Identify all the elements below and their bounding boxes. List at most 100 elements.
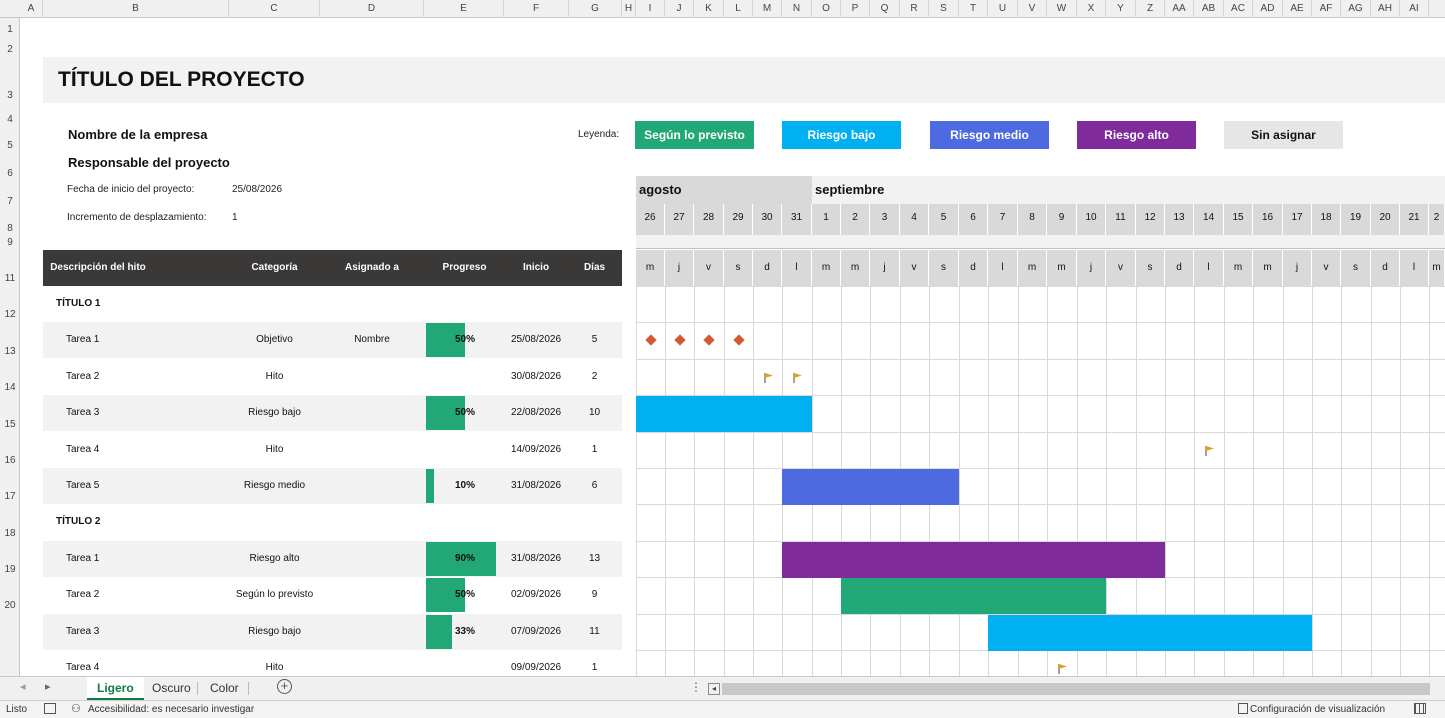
weekday-letter[interactable]: v <box>1106 250 1136 286</box>
column-header-m[interactable]: M <box>753 0 782 18</box>
flag-icon[interactable] <box>1204 444 1216 456</box>
day-number[interactable]: 2 <box>1429 204 1445 235</box>
weekday-letter[interactable]: m <box>1253 250 1283 286</box>
weekday-letter[interactable]: m <box>1429 250 1445 286</box>
day-number[interactable]: 15 <box>1224 204 1253 235</box>
weekday-letter[interactable]: m <box>1224 250 1253 286</box>
table-row[interactable]: Tarea 3 Riesgo bajo 50% 22/08/2026 10 <box>43 395 622 432</box>
column-header-k[interactable]: K <box>694 0 724 18</box>
section-row[interactable]: TÍTULO 2 <box>43 504 622 540</box>
table-row[interactable]: Tarea 5 Riesgo medio 10% 31/08/2026 6 <box>43 468 622 504</box>
day-number[interactable]: 27 <box>665 204 694 235</box>
gantt-grid[interactable] <box>636 286 1445 676</box>
day-number[interactable]: 11 <box>1106 204 1136 235</box>
day-number[interactable]: 4 <box>900 204 929 235</box>
weekday-letter[interactable]: j <box>1077 250 1106 286</box>
column-header-n[interactable]: N <box>782 0 812 18</box>
weekday-letter[interactable]: j <box>1283 250 1312 286</box>
row-header-14[interactable]: 14 <box>0 359 20 395</box>
weekday-letter[interactable]: j <box>665 250 694 286</box>
row-header-2[interactable]: 2 <box>0 37 20 57</box>
weekday-letter[interactable]: m <box>812 250 841 286</box>
day-number[interactable]: 3 <box>870 204 900 235</box>
weekday-letter[interactable]: m <box>636 250 665 286</box>
table-row[interactable]: Tarea 1 Riesgo alto 90% 31/08/2026 13 <box>43 540 622 577</box>
day-number[interactable]: 2 <box>841 204 870 235</box>
column-header-l[interactable]: L <box>724 0 753 18</box>
weekday-letter[interactable]: l <box>782 250 812 286</box>
column-header-ag[interactable]: AG <box>1341 0 1371 18</box>
day-number[interactable]: 12 <box>1136 204 1165 235</box>
weekday-letter[interactable]: d <box>959 250 988 286</box>
row-header-4[interactable]: 4 <box>0 103 20 127</box>
column-header-x[interactable]: X <box>1077 0 1106 18</box>
row-header-17[interactable]: 17 <box>0 468 20 504</box>
weekday-letter[interactable]: d <box>1165 250 1194 286</box>
row-header-3[interactable]: 3 <box>0 57 20 103</box>
day-number[interactable]: 18 <box>1312 204 1341 235</box>
gantt-bar[interactable] <box>782 542 1165 578</box>
weekday-letter[interactable]: v <box>1312 250 1341 286</box>
tab-color[interactable]: Color <box>200 677 249 700</box>
weekday-letter[interactable]: l <box>988 250 1018 286</box>
add-sheet-icon[interactable]: + <box>277 679 292 694</box>
column-header-p[interactable]: P <box>841 0 870 18</box>
weekday-letter[interactable]: l <box>1400 250 1429 286</box>
table-row[interactable]: Tarea 1 Objetivo Nombre 50% 25/08/2026 5 <box>43 322 622 359</box>
tab-scroll-left-icon[interactable]: ◂ <box>20 680 26 693</box>
day-number[interactable]: 20 <box>1371 204 1400 235</box>
day-number[interactable]: 8 <box>1018 204 1047 235</box>
day-number[interactable]: 29 <box>724 204 753 235</box>
horizontal-scrollbar[interactable] <box>722 683 1430 695</box>
column-header-h[interactable]: H <box>622 0 636 18</box>
row-header-8[interactable]: 8 <box>0 209 20 236</box>
column-header-d[interactable]: D <box>320 0 424 18</box>
table-row[interactable]: Tarea 4 Hito 14/09/2026 1 <box>43 432 622 468</box>
accessibility-icon[interactable]: ⚇ <box>71 702 81 715</box>
milestone-diamond-icon[interactable] <box>644 334 657 346</box>
day-number[interactable]: 21 <box>1400 204 1429 235</box>
column-header-w[interactable]: W <box>1047 0 1077 18</box>
day-number[interactable]: 26 <box>636 204 665 235</box>
day-number[interactable]: 28 <box>694 204 724 235</box>
row-header-9[interactable]: 9 <box>0 236 20 250</box>
company-name[interactable]: Nombre de la empresa <box>68 127 207 142</box>
table-row[interactable]: Tarea 2 Según lo previsto 50% 02/09/2026 9 <box>43 577 622 613</box>
row-header-12[interactable]: 12 <box>0 286 20 322</box>
column-header-b[interactable]: B <box>43 0 229 18</box>
page-title[interactable]: TÍTULO DEL PROYECTO <box>58 68 305 92</box>
flag-icon[interactable] <box>792 371 804 383</box>
day-number[interactable]: 17 <box>1283 204 1312 235</box>
column-header-ai[interactable]: AI <box>1400 0 1429 18</box>
column-header-u[interactable]: U <box>988 0 1018 18</box>
weekday-letter[interactable]: v <box>900 250 929 286</box>
weekday-letter[interactable]: s <box>929 250 959 286</box>
gantt-bar[interactable] <box>782 469 959 505</box>
row-header-18[interactable]: 18 <box>0 504 20 541</box>
row-header-11[interactable]: 11 <box>0 250 20 286</box>
column-header-af[interactable]: AF <box>1312 0 1341 18</box>
start-date-value[interactable]: 25/08/2026 <box>232 184 282 195</box>
tab-oscuro[interactable]: Oscuro <box>142 677 201 700</box>
increment-value[interactable]: 1 <box>232 212 238 223</box>
weekday-letter[interactable]: m <box>1018 250 1047 286</box>
weekday-letter[interactable]: j <box>870 250 900 286</box>
row-header-5[interactable]: 5 <box>0 127 20 153</box>
weekday-letter[interactable]: s <box>1136 250 1165 286</box>
column-header-t[interactable]: T <box>959 0 988 18</box>
column-header-f[interactable]: F <box>504 0 569 18</box>
column-header-ah[interactable]: AH <box>1371 0 1400 18</box>
row-header-16[interactable]: 16 <box>0 432 20 468</box>
column-header-i[interactable]: I <box>636 0 665 18</box>
column-header-s[interactable]: S <box>929 0 959 18</box>
column-header-j[interactable]: J <box>665 0 694 18</box>
milestone-diamond-icon[interactable] <box>732 334 745 346</box>
day-number[interactable]: 5 <box>929 204 959 235</box>
row-header-15[interactable]: 15 <box>0 395 20 432</box>
weekday-letter[interactable]: s <box>1341 250 1371 286</box>
table-row[interactable]: Tarea 3 Riesgo bajo 33% 07/09/2026 11 <box>43 613 622 650</box>
day-number[interactable]: 31 <box>782 204 812 235</box>
gantt-bar[interactable] <box>841 578 1106 614</box>
row-header-20[interactable]: 20 <box>0 577 20 613</box>
column-header-q[interactable]: Q <box>870 0 900 18</box>
